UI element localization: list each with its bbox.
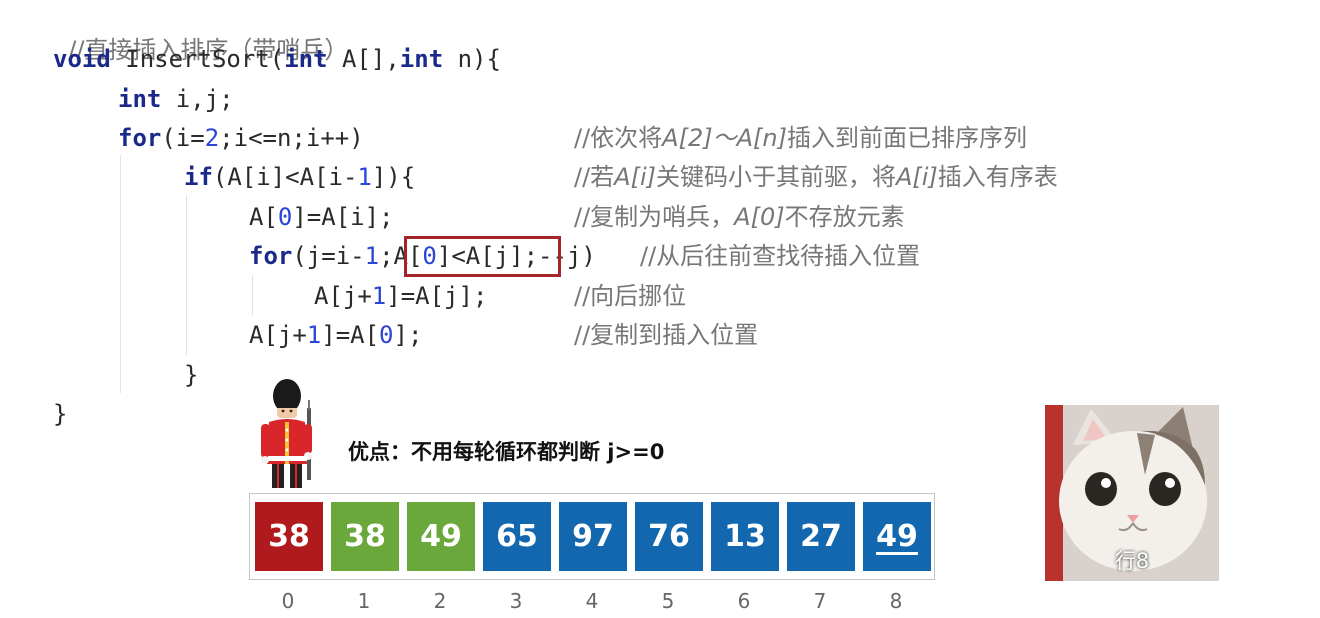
advantage-note: 优点：不用每轮循环都判断 j>=0 xyxy=(348,440,665,464)
comment-if: //若A[i]关键码小于其前驱，将A[i]插入有序表 xyxy=(574,163,1058,191)
array-cell-8: 49 xyxy=(863,502,931,571)
array-cell-6: 13 xyxy=(711,502,779,571)
code-close-if: } xyxy=(184,361,199,389)
code-line-place: A[j+1]=A[0]; xyxy=(249,321,423,349)
code-line-copy-sentinel: A[0]=A[i]; xyxy=(249,203,394,231)
array-cell-3: 65 xyxy=(483,502,551,571)
comment-inner-for: //从后往前查找待插入位置 xyxy=(640,242,921,270)
array-cell-7: 27 xyxy=(787,502,855,571)
array-cell-1: 38 xyxy=(331,502,399,571)
comment-copy-sentinel: //复制为哨兵，A[0]不存放元素 xyxy=(574,203,905,231)
indent-guide xyxy=(252,275,253,315)
array-index-5: 5 xyxy=(661,589,675,613)
comment-shift: //向后挪位 xyxy=(574,282,687,310)
array-index-8: 8 xyxy=(889,589,903,613)
array-index-2: 2 xyxy=(433,589,447,613)
array-index-7: 7 xyxy=(813,589,827,613)
code-line-shift: A[j+1]=A[j]; xyxy=(314,282,488,310)
array-index-6: 6 xyxy=(737,589,751,613)
indent-guide xyxy=(186,195,187,355)
sentinel-soldier-icon xyxy=(261,379,312,488)
indent-guide xyxy=(120,155,121,393)
array-cell-5: 76 xyxy=(635,502,703,571)
array-index-4: 4 xyxy=(585,589,599,613)
array-index-3: 3 xyxy=(509,589,523,613)
overlay-caption: 行8 xyxy=(1114,549,1150,573)
cat-photo-overlay: 行8 xyxy=(1045,405,1219,581)
comment-place: //复制到插入位置 xyxy=(574,321,759,349)
code-line-outer-for: for(i=2;i<=n;i++) xyxy=(118,124,364,152)
array-container: 38 38 49 65 97 76 13 27 49 xyxy=(249,493,935,580)
array-index-0: 0 xyxy=(281,589,295,613)
condition-highlight-box xyxy=(404,236,561,277)
code-close-fn: } xyxy=(53,400,68,428)
array-index-1: 1 xyxy=(357,589,371,613)
array-cell-4: 97 xyxy=(559,502,627,571)
code-line-signature: void InsertSort(int A[],int n){ xyxy=(53,45,501,73)
code-line-if: if(A[i]<A[i-1]){ xyxy=(184,163,416,191)
array-cell-0: 38 xyxy=(255,502,323,571)
code-line-decl: int i,j; xyxy=(118,85,234,113)
comment-outer-for: //依次将A[2]～A[n]插入到前面已排序序列 xyxy=(574,124,1027,152)
array-cell-2: 49 xyxy=(407,502,475,571)
